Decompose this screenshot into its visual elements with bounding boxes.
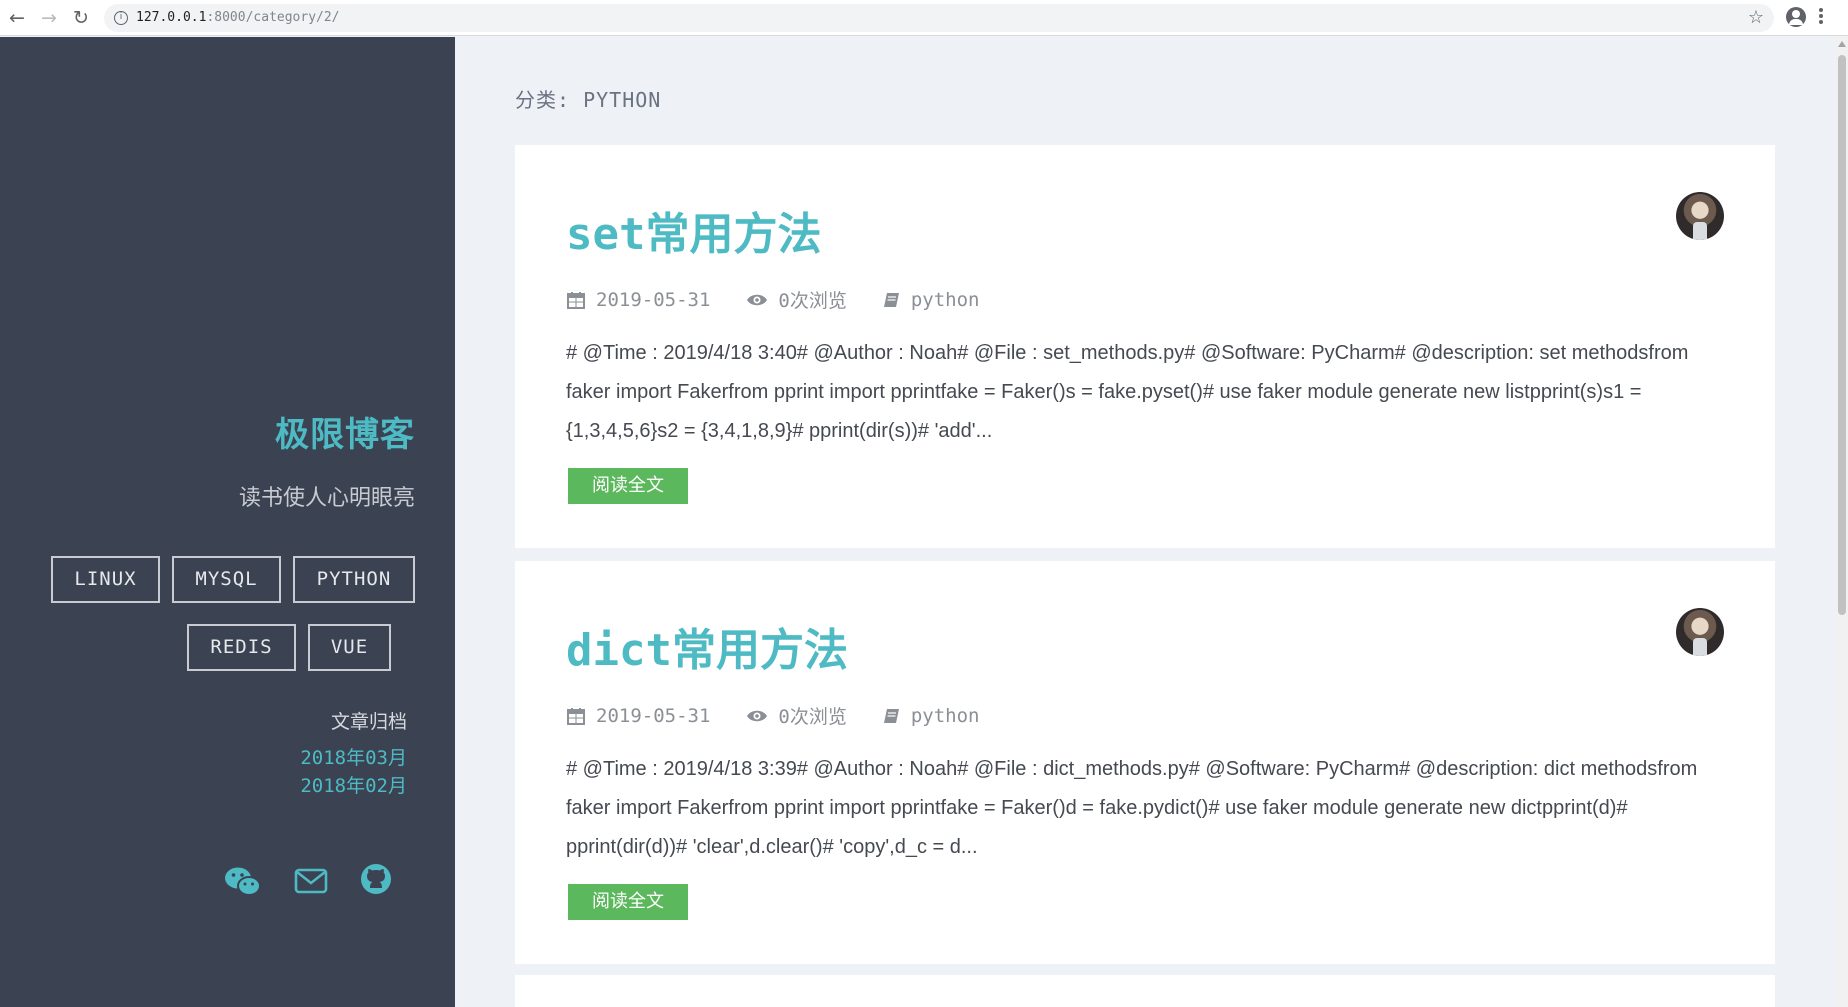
tag-linux-button[interactable]: LINUX: [51, 556, 160, 603]
wechat-icon[interactable]: [224, 865, 261, 901]
calendar-icon: [567, 707, 585, 725]
read-more-button[interactable]: 阅读全文: [568, 884, 688, 920]
eye-icon: [747, 710, 768, 721]
scroll-thumb[interactable]: [1838, 55, 1846, 615]
book-icon: [883, 708, 899, 723]
eye-icon: [747, 294, 768, 305]
tag-redis-button[interactable]: REDIS: [187, 624, 296, 671]
post-title[interactable]: set常用方法: [566, 198, 821, 262]
scroll-up-arrow-icon[interactable]: [1838, 41, 1846, 47]
post-views: 0次浏览: [778, 706, 847, 728]
post-category[interactable]: python: [911, 705, 980, 727]
url-host: 127.0.0.1: [136, 10, 207, 25]
archive-title: 文章归档: [330, 711, 407, 733]
account-icon[interactable]: [1786, 7, 1806, 27]
category-heading: 分类: PYTHON: [515, 88, 662, 112]
post-excerpt: # @Time : 2019/4/18 3:40# @Author : Noah…: [566, 342, 1689, 442]
archive-link-2018-02[interactable]: 2018年02月: [300, 771, 407, 798]
post-card: dict常用方法 2019-05-31 0次浏览 python # @Time …: [515, 561, 1775, 964]
post-date: 2019-05-31: [596, 288, 711, 311]
book-icon: [883, 292, 899, 307]
sidebar: 极限博客 读书使人心明眼亮 LINUX MYSQL PYTHON REDIS V…: [0, 37, 455, 1007]
post-card-partial: [515, 975, 1775, 1007]
tag-mysql-button[interactable]: MYSQL: [172, 556, 281, 603]
post-card: set常用方法 2019-05-31 0次浏览 python # @Time :…: [515, 145, 1775, 548]
browser-toolbar: ← → ↻ i 127.0.0.1:8000/category/2/ ☆: [0, 0, 1848, 36]
post-views: 0次浏览: [778, 290, 847, 312]
url-text[interactable]: 127.0.0.1:8000/category/2/: [136, 10, 340, 25]
bookmark-star-icon[interactable]: ☆: [1748, 7, 1764, 28]
browser-menu-icon[interactable]: [1818, 7, 1824, 27]
post-title[interactable]: dict常用方法: [566, 614, 848, 678]
author-avatar: [1676, 192, 1724, 240]
site-title[interactable]: 极限博客: [275, 407, 415, 456]
post-meta: 2019-05-31 0次浏览 python: [566, 286, 1015, 313]
read-more-button[interactable]: 阅读全文: [568, 468, 688, 504]
scrollbar[interactable]: [1836, 37, 1848, 1007]
url-path: :8000/category/2/: [206, 10, 340, 25]
github-icon[interactable]: [360, 863, 396, 899]
mail-icon[interactable]: [294, 867, 330, 903]
archive-link-2018-03[interactable]: 2018年03月: [300, 743, 407, 770]
info-icon[interactable]: i: [114, 11, 128, 25]
post-date: 2019-05-31: [596, 704, 711, 727]
tag-vue-button[interactable]: VUE: [308, 624, 391, 671]
post-excerpt: # @Time : 2019/4/18 3:39# @Author : Noah…: [566, 758, 1698, 858]
reload-icon[interactable]: ↻: [68, 5, 94, 31]
post-meta: 2019-05-31 0次浏览 python: [566, 702, 1015, 729]
forward-arrow-icon[interactable]: →: [36, 5, 62, 31]
back-arrow-icon[interactable]: ←: [4, 5, 30, 31]
tag-python-button[interactable]: PYTHON: [293, 556, 415, 603]
site-subtitle: 读书使人心明眼亮: [238, 486, 415, 511]
author-avatar: [1676, 608, 1724, 656]
calendar-icon: [567, 291, 585, 309]
post-category[interactable]: python: [911, 289, 980, 311]
address-bar[interactable]: i 127.0.0.1:8000/category/2/ ☆: [104, 4, 1774, 32]
